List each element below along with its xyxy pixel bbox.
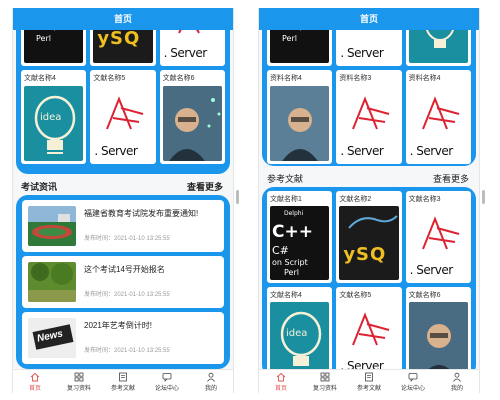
doc-title: 文献名称5 bbox=[93, 75, 126, 82]
see-more-link[interactable]: 查看更多 bbox=[433, 172, 469, 185]
tab-label: 论坛中心 bbox=[154, 385, 179, 392]
doc-tile[interactable]: 文献名称4 idea bbox=[21, 70, 87, 164]
bottom-tab-bar: 首页 复习资料 参考文献 论坛中心 我的 bbox=[13, 369, 233, 393]
news-thumbnail bbox=[28, 206, 76, 246]
reference-tile[interactable]: 文献名称5 . Server bbox=[336, 287, 402, 379]
top-bar-title: 首页 bbox=[259, 8, 479, 30]
news-thumbnail bbox=[28, 262, 76, 302]
tab-review-materials[interactable]: 复习资料 bbox=[303, 370, 347, 393]
doc-thumbnail: idea bbox=[24, 86, 84, 161]
tab-label: 参考文献 bbox=[356, 385, 381, 392]
reference-tile[interactable]: 文献名称2 ySQ bbox=[336, 191, 402, 283]
reference-thumbnail bbox=[408, 302, 468, 376]
reference-title: 文献名称2 bbox=[339, 196, 372, 203]
user-icon bbox=[453, 372, 461, 382]
references-grid-card: 文献名称1 Delphi C++ C# on Script Perl 文献名称2 bbox=[262, 187, 476, 379]
news-card: 福建省教育考试院发布重要通知! 发布时间：2021-01-10 13:25:55… bbox=[16, 195, 230, 369]
material-thumbnail bbox=[270, 86, 330, 161]
tab-label: 我的 bbox=[450, 385, 463, 392]
section-title: 考试资讯 bbox=[21, 181, 58, 192]
left-screen: on Script Perl C# ySQ . Ser bbox=[12, 8, 234, 393]
material-tile[interactable]: 资料名称4 bbox=[267, 70, 333, 164]
tab-forum[interactable]: 论坛中心 bbox=[391, 370, 435, 393]
news-title: 2021年艺考倒计时! bbox=[84, 321, 153, 330]
tab-references[interactable]: 参考文献 bbox=[101, 370, 145, 393]
forum-icon bbox=[408, 372, 418, 382]
tab-home[interactable]: 首页 bbox=[259, 370, 303, 393]
material-thumbnail: . Server bbox=[408, 86, 468, 161]
home-icon bbox=[276, 372, 286, 381]
news-time: 发布时间：2021-01-10 13:25:55 bbox=[84, 348, 170, 354]
tab-home[interactable]: 首页 bbox=[13, 370, 57, 393]
scrollbar[interactable] bbox=[482, 190, 485, 204]
material-title: 资料名称4 bbox=[408, 75, 441, 82]
news-thumbnail: News bbox=[28, 318, 76, 358]
list-icon bbox=[365, 372, 373, 381]
material-tile[interactable]: 资料名称4 . Server bbox=[405, 70, 471, 164]
right-screen: on Script Perl . Server 资料名称4 bbox=[258, 8, 480, 393]
tab-label: 复习资料 bbox=[312, 385, 337, 392]
reference-title: 文献名称6 bbox=[408, 292, 441, 299]
news-item[interactable]: News 2021年艺考倒计时! 发布时间：2021-01-10 13:25:5… bbox=[22, 312, 224, 364]
top-bar-title: 首页 bbox=[13, 8, 233, 30]
reference-tile[interactable]: 文献名称1 Delphi C++ C# on Script Perl bbox=[267, 191, 333, 283]
reference-thumbnail: . Server bbox=[339, 302, 399, 376]
material-thumbnail: . Server bbox=[339, 86, 399, 161]
doc-grid-card: on Script Perl C# ySQ . Ser bbox=[16, 8, 230, 174]
doc-title: 文献名称6 bbox=[162, 75, 195, 82]
reference-title: 文献名称1 bbox=[270, 196, 302, 203]
tab-label: 复习资料 bbox=[66, 385, 91, 392]
news-time: 发布时间：2021-01-10 13:25:55 bbox=[84, 236, 170, 242]
tab-label: 我的 bbox=[204, 385, 217, 392]
tab-label: 参考文献 bbox=[110, 385, 135, 392]
reference-title: 文献名称4 bbox=[270, 292, 302, 299]
news-time: 发布时间：2021-01-10 13:25:55 bbox=[84, 292, 170, 298]
news-item[interactable]: 这个考试14号开始报名 发布时间：2021-01-10 13:25:55 bbox=[22, 256, 224, 308]
reference-thumbnail: . Server bbox=[408, 206, 468, 280]
reference-tile[interactable]: 文献名称3 . Server bbox=[405, 191, 471, 283]
grid-icon bbox=[74, 372, 84, 381]
tab-references[interactable]: 参考文献 bbox=[347, 370, 391, 393]
material-title: 资料名称4 bbox=[270, 75, 302, 82]
reference-tile[interactable]: 文献名称6 bbox=[405, 287, 471, 379]
tab-label: 首页 bbox=[28, 385, 41, 392]
news-title: 这个考试14号开始报名 bbox=[84, 265, 165, 274]
reference-title: 文献名称5 bbox=[339, 292, 372, 299]
references-section-header: 参考文献 查看更多 bbox=[259, 170, 479, 186]
tab-review-materials[interactable]: 复习资料 bbox=[57, 370, 101, 393]
material-tile[interactable]: 资料名称3 . Server bbox=[336, 70, 402, 164]
tab-mine[interactable]: 我的 bbox=[435, 370, 479, 393]
reference-thumbnail: Delphi C++ C# on Script Perl bbox=[270, 206, 330, 280]
section-title: 参考文献 bbox=[267, 173, 304, 184]
see-more-link[interactable]: 查看更多 bbox=[187, 180, 223, 193]
user-icon bbox=[207, 372, 215, 382]
list-icon bbox=[119, 372, 127, 381]
bottom-tab-bar: 首页 复习资料 参考文献 论坛中心 我的 bbox=[259, 369, 479, 393]
reference-tile[interactable]: 文献名称4 idea bbox=[267, 287, 333, 379]
reference-thumbnail: ySQ bbox=[339, 206, 399, 280]
tab-mine[interactable]: 我的 bbox=[189, 370, 233, 393]
tab-label: 首页 bbox=[274, 385, 287, 392]
news-item[interactable]: 福建省教育考试院发布重要通知! 发布时间：2021-01-10 13:25:55 bbox=[22, 200, 224, 252]
doc-tile[interactable]: 文献名称6 bbox=[159, 70, 225, 164]
materials-grid-card: on Script Perl . Server 资料名称4 bbox=[262, 8, 476, 166]
doc-thumbnail: . Server bbox=[93, 86, 153, 161]
tab-label: 论坛中心 bbox=[400, 385, 425, 392]
news-title: 福建省教育考试院发布重要通知! bbox=[84, 209, 199, 218]
grid-icon bbox=[320, 372, 330, 381]
reference-thumbnail: idea bbox=[270, 302, 330, 376]
scrollbar[interactable] bbox=[236, 190, 239, 204]
reference-title: 文献名称3 bbox=[408, 196, 441, 203]
news-section-header: 考试资讯 查看更多 bbox=[13, 178, 233, 194]
doc-thumbnail bbox=[162, 86, 222, 161]
home-icon bbox=[30, 372, 40, 381]
doc-tile[interactable]: 文献名称5 . Server bbox=[90, 70, 156, 164]
material-title: 资料名称3 bbox=[339, 75, 372, 82]
doc-title: 文献名称4 bbox=[24, 75, 56, 82]
forum-icon bbox=[162, 372, 172, 382]
tab-forum[interactable]: 论坛中心 bbox=[145, 370, 189, 393]
